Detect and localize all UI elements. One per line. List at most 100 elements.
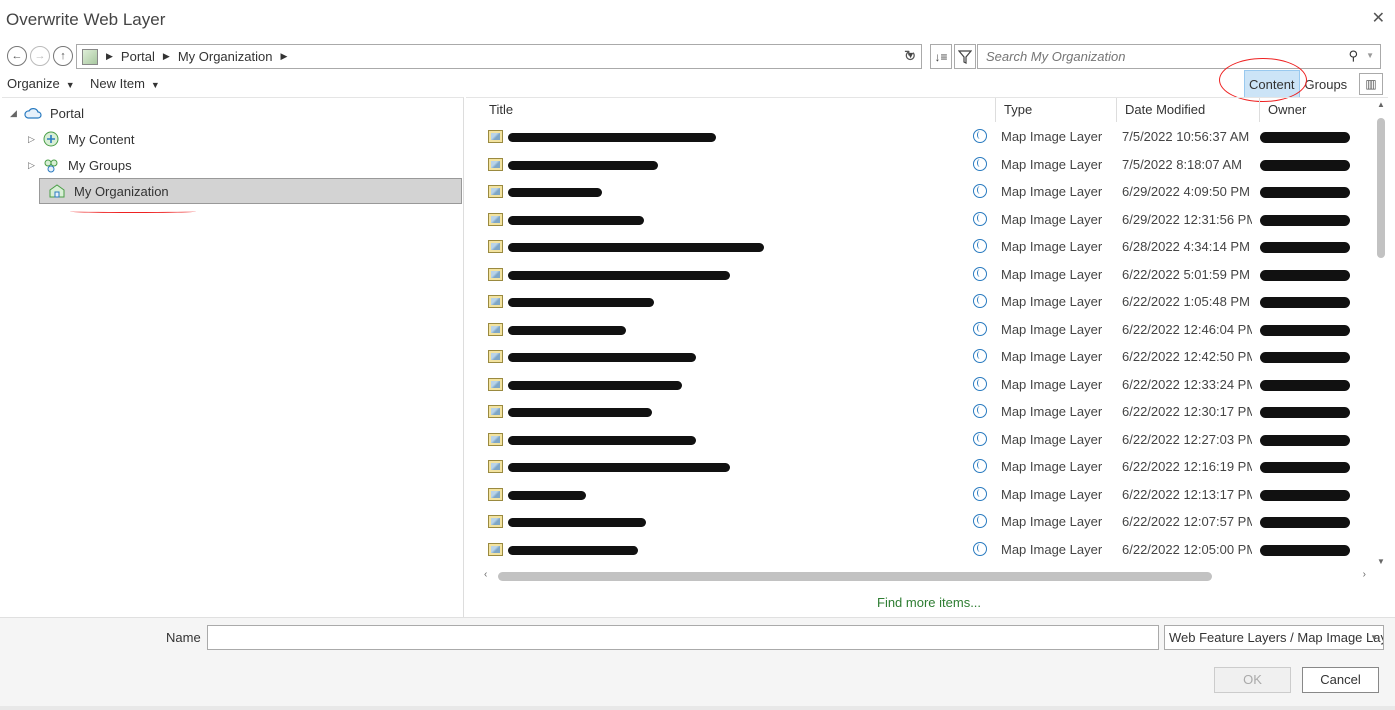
redacted-owner: [1260, 297, 1350, 308]
column-separator[interactable]: [1116, 98, 1117, 122]
cell-date-modified: 6/22/2022 12:30:17 PM: [1122, 404, 1252, 419]
tree-node-label: My Organization: [74, 183, 169, 199]
refresh-icon[interactable]: ↻: [900, 47, 920, 67]
map-image-layer-icon: [488, 487, 503, 501]
my-content-icon: [42, 130, 60, 148]
close-icon[interactable]: ✕: [1372, 8, 1385, 28]
tab-content[interactable]: Content: [1244, 70, 1300, 98]
expand-icon[interactable]: ▷: [28, 134, 42, 145]
chevron-down-icon[interactable]: ▼: [1370, 626, 1378, 649]
filter-icon[interactable]: [954, 44, 976, 69]
redacted-title: [508, 133, 716, 142]
redacted-title: [508, 463, 730, 472]
find-more-link[interactable]: Find more items...: [877, 595, 981, 610]
redacted-owner: [1260, 214, 1350, 226]
table-row[interactable]: Map Image Layer 6/22/2022 12:27:03 PM: [480, 427, 1360, 454]
map-image-layer-icon: [488, 432, 503, 446]
type-filter-value: Web Feature Layers / Map Image Layers: [1169, 630, 1384, 645]
search-icon[interactable]: ⚲: [1348, 48, 1358, 64]
redacted-owner: [1260, 352, 1350, 363]
cancel-button[interactable]: Cancel: [1302, 667, 1379, 693]
tree-node-label: Portal: [50, 105, 84, 121]
table-row[interactable]: Map Image Layer 6/22/2022 12:33:24 PM: [480, 372, 1360, 399]
table-row[interactable]: Map Image Layer 6/22/2022 5:01:59 PM: [480, 262, 1360, 289]
map-image-layer-icon: [488, 542, 503, 556]
vertical-scrollbar[interactable]: ▲ ▼: [1375, 100, 1387, 566]
redacted-title: [508, 188, 602, 197]
table-row[interactable]: Map Image Layer 6/22/2022 12:42:50 PM: [480, 344, 1360, 371]
cell-type: Map Image Layer: [1001, 239, 1103, 254]
breadcrumb-chevron-icon: ▶: [280, 51, 288, 61]
scroll-down-icon[interactable]: ▼: [1377, 557, 1385, 566]
scrollbar-thumb[interactable]: [498, 572, 1212, 581]
expand-icon[interactable]: ▷: [28, 160, 42, 171]
table-row[interactable]: Map Image Layer 7/5/2022 10:56:37 AM: [480, 124, 1360, 151]
table-row[interactable]: Map Image Layer 6/22/2022 12:30:17 PM: [480, 399, 1360, 426]
table-row[interactable]: Map Image Layer 6/22/2022 12:46:04 PM: [480, 317, 1360, 344]
cell-type: Map Image Layer: [1001, 129, 1103, 144]
tree-node-my-organization[interactable]: My Organization: [39, 178, 462, 204]
organize-menu[interactable]: Organize ▼: [7, 76, 75, 91]
scroll-left-icon[interactable]: ‹: [484, 569, 487, 580]
new-item-menu[interactable]: New Item ▼: [90, 76, 160, 91]
redacted-title: [508, 380, 682, 390]
horizontal-scrollbar[interactable]: ‹ ›: [480, 568, 1370, 584]
scroll-up-icon[interactable]: ▲: [1377, 100, 1385, 109]
column-separator[interactable]: [995, 98, 996, 122]
column-header-owner[interactable]: Owner: [1268, 98, 1306, 122]
tree-node-my-groups[interactable]: ▷ My Groups: [28, 152, 132, 178]
table-row[interactable]: Map Image Layer 6/22/2022 12:05:00 PM: [480, 537, 1360, 564]
redacted-title: [508, 435, 696, 445]
table-row[interactable]: Map Image Layer 6/29/2022 12:31:56 PM: [480, 207, 1360, 234]
tree-pane: ◢ Portal ▷ My Content ▷ My Groups My Org…: [2, 97, 464, 617]
scroll-right-icon[interactable]: ›: [1363, 569, 1366, 580]
redacted-title: [508, 270, 730, 280]
scrollbar-thumb[interactable]: [1377, 118, 1385, 258]
cell-date-modified: 6/22/2022 12:13:17 PM: [1122, 486, 1252, 502]
redacted-owner: [1260, 407, 1350, 418]
cell-type: Map Image Layer: [1001, 431, 1103, 447]
up-icon[interactable]: ↑: [53, 46, 73, 66]
redacted-owner: [1260, 462, 1350, 473]
back-icon[interactable]: ←: [7, 46, 27, 66]
map-image-layer-icon: [488, 377, 503, 391]
search-box[interactable]: ⚲ ▼: [977, 44, 1381, 69]
table-row[interactable]: Map Image Layer 6/22/2022 1:05:48 PM: [480, 289, 1360, 316]
table-row[interactable]: Map Image Layer 6/28/2022 4:34:14 PM: [480, 234, 1360, 261]
breadcrumb-portal[interactable]: Portal: [121, 49, 155, 64]
organize-label: Organize: [7, 76, 60, 91]
type-filter-select[interactable]: Web Feature Layers / Map Image Layers ▼: [1164, 625, 1384, 650]
name-input[interactable]: [207, 625, 1159, 650]
cell-date-modified: 6/22/2022 12:46:04 PM: [1122, 321, 1252, 337]
table-row[interactable]: Map Image Layer 6/22/2022 12:07:57 PM: [480, 509, 1360, 536]
table-row[interactable]: Map Image Layer 7/5/2022 8:18:07 AM: [480, 152, 1360, 179]
forward-icon[interactable]: →: [30, 46, 50, 66]
tree-node-label: My Content: [68, 131, 135, 147]
sort-icon[interactable]: ↓≡: [930, 44, 952, 69]
redacted-owner: [1260, 379, 1350, 391]
column-header-date-modified[interactable]: Date Modified: [1125, 98, 1205, 122]
column-separator[interactable]: [1259, 98, 1260, 122]
cell-date-modified: 6/22/2022 12:05:00 PM: [1122, 541, 1252, 557]
cell-date-modified: 7/5/2022 8:18:07 AM: [1122, 156, 1242, 172]
breadcrumb-my-organization[interactable]: My Organization: [178, 49, 273, 64]
redacted-title: [508, 215, 644, 225]
table-row[interactable]: Map Image Layer 6/22/2022 12:16:19 PM: [480, 454, 1360, 481]
tab-groups[interactable]: Groups: [1300, 70, 1353, 98]
name-label: Name: [166, 630, 201, 645]
column-header-title[interactable]: Title: [489, 98, 513, 122]
column-header-type[interactable]: Type: [1004, 98, 1032, 122]
address-bar[interactable]: ▶ Portal ▶ My Organization ▶ ▼: [76, 44, 922, 69]
table-row[interactable]: Map Image Layer 6/22/2022 12:13:17 PM: [480, 482, 1360, 509]
search-input[interactable]: [984, 45, 1344, 67]
tree-node-portal[interactable]: ◢ Portal: [10, 100, 84, 126]
cell-type: Map Image Layer: [1001, 376, 1103, 392]
cell-date-modified: 6/29/2022 12:31:56 PM: [1122, 211, 1252, 227]
table-row[interactable]: Map Image Layer 6/29/2022 4:09:50 PM: [480, 179, 1360, 206]
layout-view-icon[interactable]: ▥: [1359, 73, 1383, 95]
cell-date-modified: 6/22/2022 12:07:57 PM: [1122, 514, 1252, 529]
collapse-icon[interactable]: ◢: [10, 108, 24, 119]
chevron-down-icon[interactable]: ▼: [1366, 51, 1374, 60]
ok-button[interactable]: OK: [1214, 667, 1291, 693]
tree-node-my-content[interactable]: ▷ My Content: [28, 126, 134, 152]
